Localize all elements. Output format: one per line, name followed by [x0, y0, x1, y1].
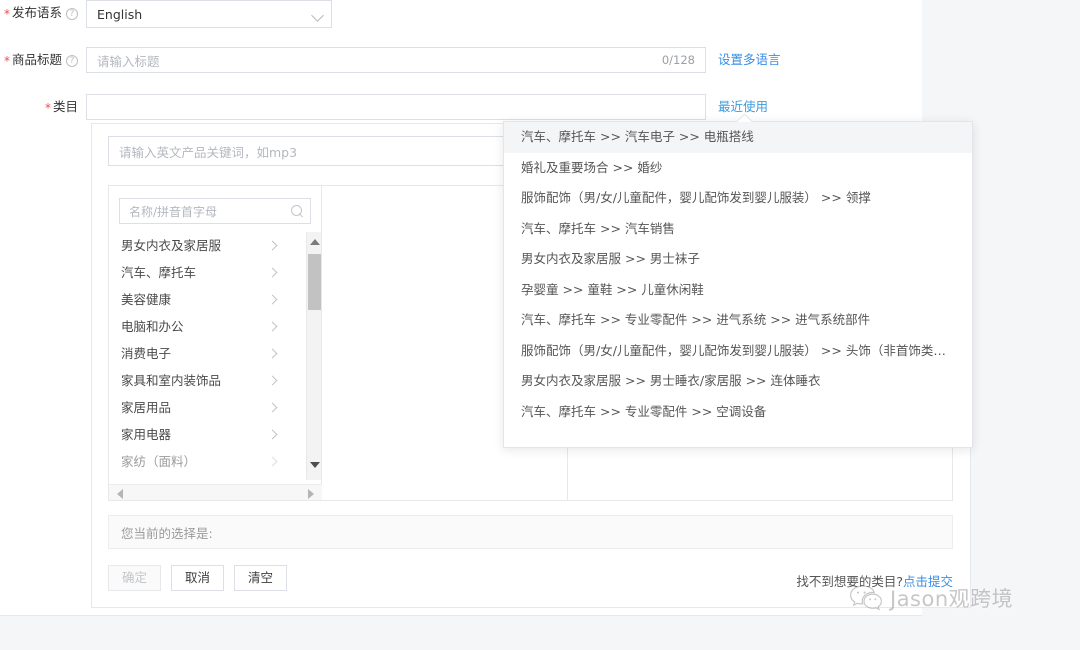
- tree-search-input[interactable]: 名称/拼音首字母: [119, 198, 311, 224]
- tree-item-label: 男女内衣及家居服: [121, 238, 222, 253]
- category-tree-column-1: 名称/拼音首字母 男女内衣及家居服 汽车、摩托车 美容健康 电脑和办公 消费电子…: [109, 186, 322, 500]
- picker-actions: 确定 取消 清空: [108, 565, 288, 591]
- chevron-right-icon: [267, 456, 278, 467]
- popup-caret-icon: [736, 114, 752, 122]
- triangle-down-icon[interactable]: [307, 457, 322, 472]
- chevron-right-icon: [267, 348, 278, 359]
- tree-item[interactable]: 家纺（面料）: [109, 448, 288, 475]
- watermark: Jason观跨境: [849, 583, 1013, 613]
- tree-item-label: 消费电子: [121, 346, 172, 361]
- recent-category-item[interactable]: 服饰配饰（男/女/儿童配件，婴儿配饰发到婴儿服装） >> 领撑: [504, 183, 972, 214]
- title-input[interactable]: 请输入标题 0/128: [86, 47, 706, 73]
- language-select[interactable]: English: [86, 0, 332, 28]
- tree-item-label: 美容健康: [121, 292, 172, 307]
- magnifier-icon[interactable]: [291, 204, 304, 218]
- tree-vertical-scrollbar[interactable]: [306, 232, 321, 480]
- category-tree-list[interactable]: 男女内衣及家居服 汽车、摩托车 美容健康 电脑和办公 消费电子 家具和室内装饰品…: [109, 232, 288, 480]
- tree-item-label: 家纺（面料）: [121, 454, 197, 469]
- chevron-down-icon: [311, 9, 324, 22]
- form-row-title: * 商品标题? 请输入标题 0/128 设置多语言: [0, 47, 781, 74]
- tree-item[interactable]: 电脑和办公: [109, 313, 288, 340]
- clear-button[interactable]: 清空: [234, 565, 288, 591]
- tree-item[interactable]: 家具和室内装饰品: [109, 367, 288, 394]
- tree-item[interactable]: 男女内衣及家居服: [109, 232, 288, 259]
- tree-horizontal-scrollbar[interactable]: [109, 484, 322, 500]
- scrollbar-thumb[interactable]: [308, 254, 321, 310]
- tree-search-placeholder: 名称/拼音首字母: [129, 204, 218, 219]
- current-selection-bar: 您当前的选择是:: [108, 515, 953, 549]
- chevron-right-icon: [267, 321, 278, 332]
- label-category: * 类目: [44, 99, 78, 115]
- confirm-button[interactable]: 确定: [108, 565, 162, 591]
- tree-item[interactable]: 汽车、摩托车: [109, 259, 288, 286]
- recently-used-popup: 汽车、摩托车 >> 汽车电子 >> 电瓶搭线 婚礼及重要场合 >> 婚纱 服饰配…: [503, 121, 973, 448]
- triangle-up-icon[interactable]: [307, 234, 322, 249]
- set-multilanguage-link[interactable]: 设置多语言: [718, 47, 781, 73]
- content-surface-bottom-edge: [0, 613, 922, 616]
- recent-category-item[interactable]: 服饰配饰（男/女/儿童配件，婴儿配饰发到婴儿服装） >> 头饰（非首饰类头发饰品…: [504, 336, 972, 367]
- tree-item[interactable]: 家用电器: [109, 421, 288, 448]
- tree-item[interactable]: 美容健康: [109, 286, 288, 313]
- tree-item[interactable]: 家居用品: [109, 394, 288, 421]
- recent-category-item[interactable]: 男女内衣及家居服 >> 男士袜子: [504, 244, 972, 275]
- tree-item-label: 家具和室内装饰品: [121, 373, 222, 388]
- recent-category-item[interactable]: 孕婴童 >> 童鞋 >> 儿童休闲鞋: [504, 275, 972, 306]
- recent-category-item[interactable]: 汽车、摩托车 >> 汽车电子 >> 电瓶搭线: [504, 122, 972, 153]
- triangle-left-icon[interactable]: [114, 488, 126, 500]
- chevron-right-icon: [267, 294, 278, 305]
- wechat-logo-icon: [849, 585, 883, 611]
- form-row-language: * 发布语系? English: [0, 0, 332, 28]
- required-asterisk: *: [3, 54, 10, 68]
- recent-category-item[interactable]: 汽车、摩托车 >> 汽车销售: [504, 214, 972, 245]
- question-circle-icon[interactable]: ?: [66, 55, 78, 67]
- question-circle-icon[interactable]: ?: [66, 8, 78, 20]
- recent-category-item[interactable]: 汽车、摩托车 >> 专业零配件 >> 进气系统 >> 进气系统部件: [504, 305, 972, 336]
- chevron-right-icon: [267, 429, 278, 440]
- form-row-category: * 类目 最近使用: [0, 94, 768, 121]
- language-select-value: English: [97, 6, 143, 22]
- watermark-text: Jason观跨境: [890, 587, 1014, 611]
- cancel-button[interactable]: 取消: [171, 565, 225, 591]
- tree-item-label: 电脑和办公: [121, 319, 184, 334]
- page-root: * 发布语系? English * 商品标题? 请输入标题 0/128 设置多语言 …: [0, 0, 1080, 650]
- recent-category-item[interactable]: 汽车、摩托车 >> 专业零配件 >> 空调设备: [504, 397, 972, 428]
- tree-item-label: 家居用品: [121, 400, 172, 415]
- required-asterisk: *: [44, 101, 51, 115]
- keyword-search-placeholder: 请输入英文产品关键词，如mp3: [119, 144, 298, 160]
- label-language: * 发布语系?: [0, 0, 86, 27]
- tree-item-label: 汽车、摩托车: [121, 265, 197, 280]
- triangle-right-icon[interactable]: [305, 488, 317, 500]
- tree-item[interactable]: 消费电子: [109, 340, 288, 367]
- required-asterisk: *: [3, 7, 10, 21]
- label-title: * 商品标题?: [0, 47, 86, 74]
- category-input[interactable]: [86, 94, 706, 120]
- title-char-counter: 0/128: [661, 53, 695, 67]
- title-input-placeholder: 请输入标题: [97, 53, 160, 69]
- chevron-right-icon: [267, 402, 278, 413]
- chevron-right-icon: [267, 240, 278, 251]
- current-selection-label: 您当前的选择是:: [121, 525, 213, 541]
- recent-category-item[interactable]: 男女内衣及家居服 >> 男士睡衣/家居服 >> 连体睡衣: [504, 366, 972, 397]
- tree-item-label: 家用电器: [121, 427, 172, 442]
- chevron-right-icon: [267, 375, 278, 386]
- chevron-right-icon: [267, 267, 278, 278]
- recent-category-item[interactable]: 婚礼及重要场合 >> 婚纱: [504, 153, 972, 184]
